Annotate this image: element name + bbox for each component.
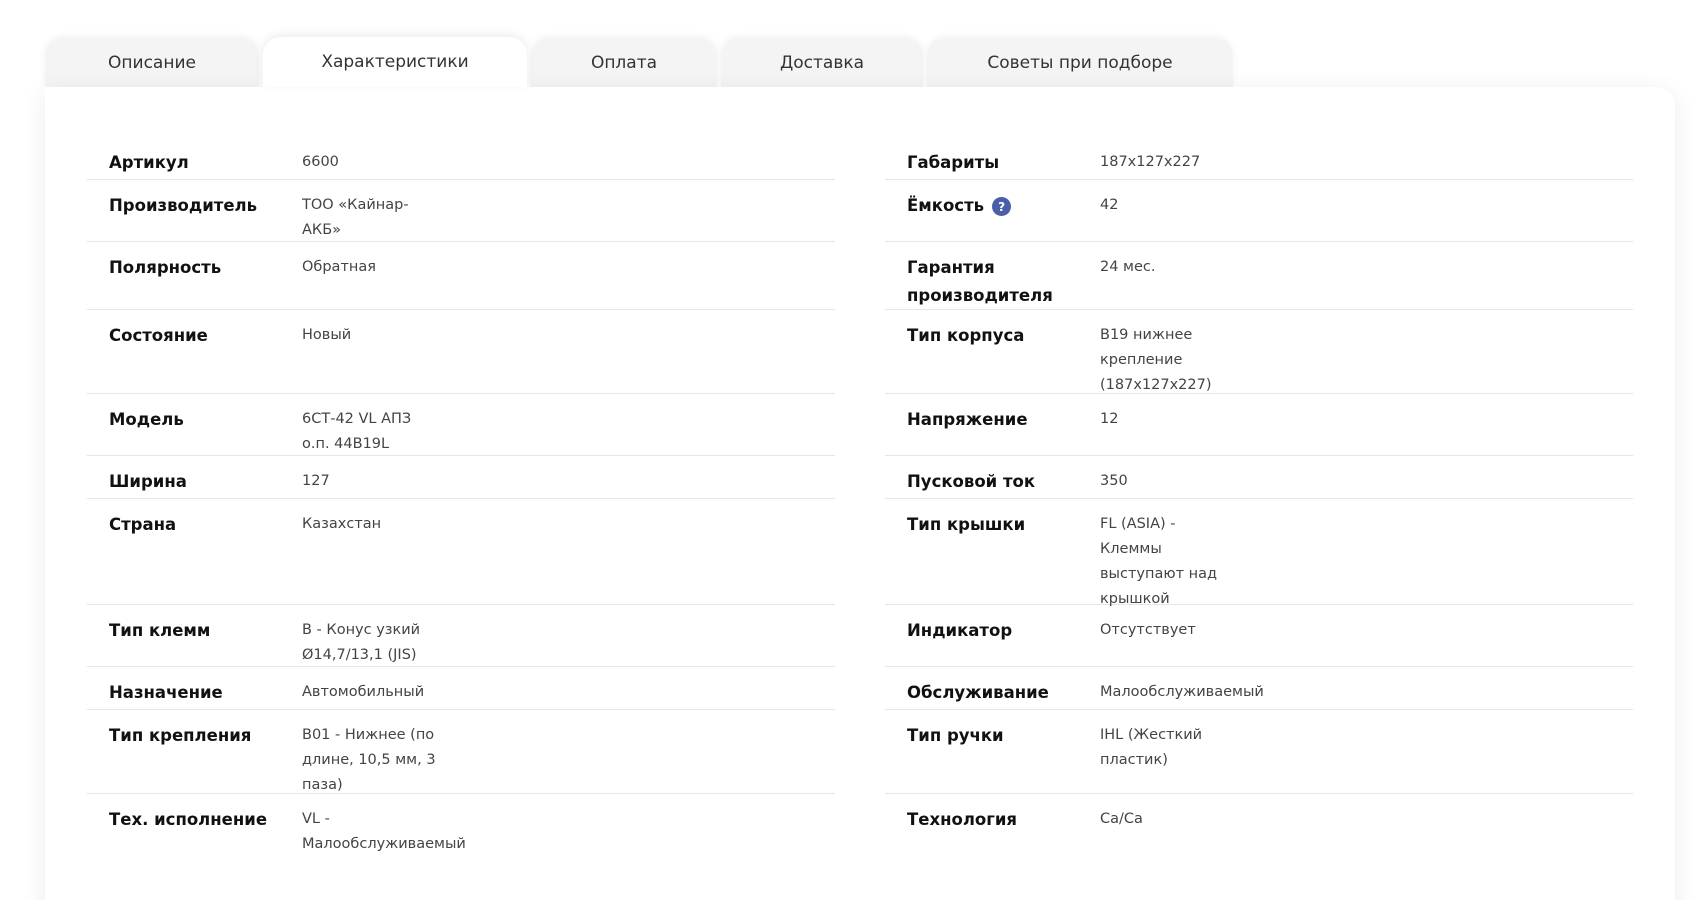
spec-value: Казахстан — [302, 516, 382, 532]
spec-label: Тип корпуса — [907, 326, 1025, 345]
spec-value: B01 - Нижнее (по длине, 10,5 мм, 3 паза) — [302, 727, 436, 793]
spec-row-width: Ширина 127 — [87, 456, 835, 499]
spec-row-indicator: Индикатор Отсутствует — [885, 605, 1633, 667]
tab-description[interactable]: Описание — [45, 38, 259, 87]
spec-row-case-type: Тип корпуса B19 нижнее крепление (187x12… — [885, 310, 1633, 394]
spec-value: Ca/Ca — [1100, 811, 1143, 827]
spec-row-country: Страна Казахстан — [87, 499, 835, 605]
spec-label: Технология — [907, 810, 1018, 829]
spec-value: Обратная — [302, 259, 376, 275]
spec-row-tech-version: Тех. исполнение VL - Малообслуживаемый — [87, 794, 835, 864]
spec-label: Страна — [109, 515, 177, 534]
spec-label: Гарантия производителя — [907, 258, 1053, 305]
tab-bar: Описание Характеристики Оплата Доставка … — [45, 37, 1237, 87]
spec-row-model: Модель 6СТ-42 VL АПЗ о.п. 44B19L — [87, 394, 835, 456]
spec-value: 12 — [1100, 411, 1119, 427]
spec-value: 6600 — [302, 154, 339, 170]
tab-selection-tips[interactable]: Советы при подборе — [927, 38, 1233, 87]
specs-column-left: Артикул 6600 Производитель ТОО «Кайнар- … — [87, 137, 835, 864]
spec-label: Тип клемм — [109, 621, 211, 640]
spec-row-voltage: Напряжение 12 — [885, 394, 1633, 456]
spec-row-polarity: Полярность Обратная — [87, 242, 835, 310]
spec-label: Индикатор — [907, 621, 1013, 640]
spec-value: 187x127x227 — [1100, 154, 1201, 170]
spec-value: 127 — [302, 473, 330, 489]
spec-row-lid-type: Тип крышки FL (ASIA) - Клеммы выступают … — [885, 499, 1633, 607]
spec-value: 42 — [1100, 197, 1119, 213]
tab-characteristics[interactable]: Характеристики — [263, 37, 527, 87]
spec-label: Тип ручки — [907, 726, 1004, 745]
spec-row-terminal-type: Тип клемм B - Конус узкий Ø14,7/13,1 (JI… — [87, 605, 835, 667]
spec-row-manufacturer: Производитель ТОО «Кайнар- АКБ» — [87, 180, 835, 242]
spec-label: Пусковой ток — [907, 472, 1036, 491]
spec-label: Состояние — [109, 326, 208, 345]
spec-row-mount-type: Тип крепления B01 - Нижнее (по длине, 10… — [87, 710, 835, 794]
spec-row-dimensions: Габариты 187x127x227 — [885, 137, 1633, 180]
spec-label: Производитель — [109, 196, 258, 215]
spec-row-starting-current: Пусковой ток 350 — [885, 456, 1633, 499]
spec-row-purpose: Назначение Автомобильный — [87, 667, 835, 710]
spec-value: 350 — [1100, 473, 1128, 489]
spec-label: Обслуживание — [907, 683, 1049, 702]
help-icon[interactable]: ? — [992, 197, 1012, 216]
spec-value: Малообслуживаемый — [1100, 684, 1264, 700]
spec-label: Назначение — [109, 683, 223, 702]
spec-label: Полярность — [109, 258, 222, 277]
spec-label: Ширина — [109, 472, 187, 491]
spec-value: 24 мес. — [1100, 259, 1156, 275]
specs-column-right: Габариты 187x127x227 Ёмкость ? 42 Гарант… — [885, 137, 1633, 864]
spec-value: B19 нижнее крепление (187x127x227) — [1100, 327, 1212, 393]
spec-value: ТОО «Кайнар- АКБ» — [302, 197, 409, 238]
spec-row-article: Артикул 6600 — [87, 137, 835, 180]
spec-row-technology: Технология Ca/Ca — [885, 794, 1633, 864]
spec-value: Автомобильный — [302, 684, 425, 700]
spec-row-maintenance: Обслуживание Малообслуживаемый — [885, 667, 1633, 710]
spec-label: Ёмкость — [907, 196, 985, 215]
spec-row-handle-type: Тип ручки IHL (Жесткий пластик) — [885, 710, 1633, 794]
spec-label: Тех. исполнение — [109, 810, 268, 829]
spec-label: Модель — [109, 410, 184, 429]
spec-value: 6СТ-42 VL АПЗ о.п. 44B19L — [302, 411, 412, 452]
tab-payment[interactable]: Оплата — [531, 38, 717, 87]
spec-row-capacity: Ёмкость ? 42 — [885, 180, 1633, 242]
spec-value: Новый — [302, 327, 352, 343]
tab-delivery[interactable]: Доставка — [721, 38, 923, 87]
spec-label: Артикул — [109, 153, 189, 172]
specs-panel: Артикул 6600 Производитель ТОО «Кайнар- … — [45, 87, 1675, 900]
spec-value: IHL (Жесткий пластик) — [1100, 727, 1203, 768]
spec-label: Тип крышки — [907, 515, 1026, 534]
spec-label: Напряжение — [907, 410, 1028, 429]
spec-row-warranty: Гарантия производителя 24 мес. — [885, 242, 1633, 310]
spec-label: Тип крепления — [109, 726, 252, 745]
spec-value: B - Конус узкий Ø14,7/13,1 (JIS) — [302, 622, 421, 663]
spec-row-condition: Состояние Новый — [87, 310, 835, 394]
page: Описание Характеристики Оплата Доставка … — [0, 0, 1705, 900]
spec-value: FL (ASIA) - Клеммы выступают над крышкой — [1100, 516, 1218, 607]
spec-value: VL - Малообслуживаемый — [302, 811, 466, 852]
spec-value: Отсутствует — [1100, 622, 1196, 638]
spec-label: Габариты — [907, 153, 1000, 172]
